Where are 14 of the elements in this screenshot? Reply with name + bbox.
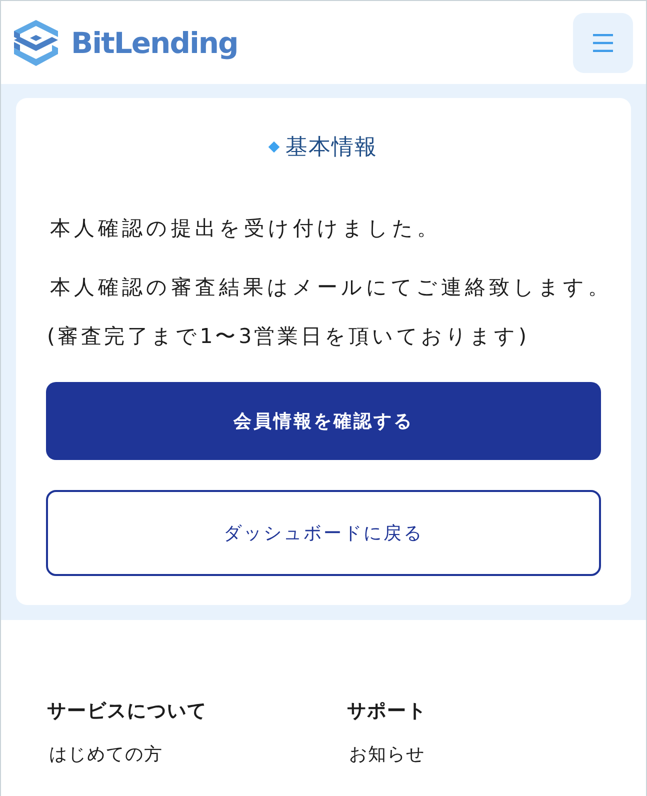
card-title: 基本情報 — [286, 134, 378, 162]
logo-wordmark: BitLending — [71, 26, 238, 60]
confirm-button[interactable]: 会員情報を確認する — [46, 382, 601, 460]
footer-link[interactable]: はじめての方 — [49, 742, 163, 768]
message-text: (審査完了まで1〜3営業日を頂いております) — [47, 323, 530, 350]
menu-icon — [593, 34, 613, 52]
footer-heading: サービスについて — [47, 699, 208, 724]
stacked-cube-logo-icon — [14, 20, 58, 66]
message-text: 本人確認の提出を受け付けました。 — [50, 215, 442, 242]
back-button[interactable]: ダッシュボードに戻る — [46, 490, 601, 576]
message-text: 本人確認の審査結果はメールにてご連絡致します。 — [50, 274, 601, 301]
menu-button[interactable] — [573, 12, 633, 72]
footer-link[interactable]: お知らせ — [349, 742, 425, 768]
footer-heading: サポート — [347, 699, 428, 724]
